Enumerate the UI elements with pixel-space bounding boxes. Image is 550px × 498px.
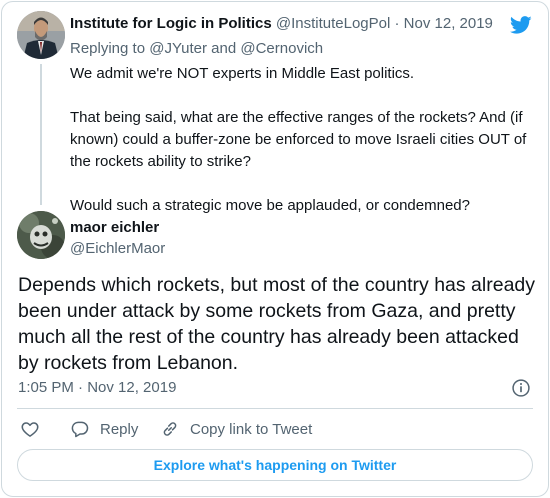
quoted-tweet-header: Institute for Logic in Politics @Institu… bbox=[70, 14, 493, 34]
quoted-tweet-body: We admit we're NOT experts in Middle Eas… bbox=[70, 63, 538, 217]
actions-divider bbox=[17, 408, 533, 409]
avatar-institute[interactable] bbox=[17, 11, 65, 59]
thread-connector-line bbox=[40, 64, 42, 205]
explore-button[interactable]: Explore what's happening on Twitter bbox=[17, 449, 533, 481]
quoted-paragraph-3: Would such a strategic move be applauded… bbox=[70, 197, 470, 214]
replying-to-prefix: Replying to bbox=[70, 40, 146, 57]
link-icon bbox=[163, 422, 177, 436]
replying-to-and: and bbox=[211, 40, 237, 57]
quoted-handle[interactable]: @InstituteLogPol bbox=[276, 15, 390, 32]
quoted-separator: · bbox=[394, 15, 400, 32]
quoted-paragraph-2: That being said, what are the effective … bbox=[70, 109, 527, 170]
avatar-maor[interactable] bbox=[17, 211, 65, 259]
twitter-bird-icon[interactable] bbox=[509, 14, 533, 36]
quoted-date[interactable]: Nov 12, 2019 bbox=[404, 15, 493, 32]
main-tweet-timestamp[interactable]: 1:05 PM · Nov 12, 2019 bbox=[18, 378, 176, 398]
main-display-name[interactable]: maor eichler bbox=[70, 218, 159, 238]
avatar-maor-image bbox=[17, 211, 65, 259]
main-handle[interactable]: @EichlerMaor bbox=[70, 239, 165, 259]
replying-to-line: Replying to @JYuter and @Cernovich bbox=[70, 39, 323, 59]
reply-mention-jyuter[interactable]: @JYuter bbox=[149, 40, 207, 57]
copy-link-label: Copy link to Tweet bbox=[190, 420, 313, 438]
reply-label: Reply bbox=[100, 420, 139, 438]
quoted-display-name[interactable]: Institute for Logic in Politics bbox=[70, 15, 272, 32]
info-icon[interactable] bbox=[511, 378, 531, 398]
quoted-paragraph-1: We admit we're NOT experts in Middle Eas… bbox=[70, 65, 415, 82]
avatar-institute-image bbox=[17, 11, 65, 59]
like-button[interactable] bbox=[20, 417, 40, 441]
reply-mention-cernovich[interactable]: @Cernovich bbox=[240, 40, 323, 57]
reply-icon bbox=[71, 421, 89, 438]
main-tweet-text: Depends which rockets, but most of the c… bbox=[18, 274, 536, 374]
reply-button[interactable]: Reply bbox=[70, 417, 138, 441]
copy-link-button[interactable]: Copy link to Tweet bbox=[160, 417, 312, 441]
heart-icon bbox=[21, 422, 39, 437]
